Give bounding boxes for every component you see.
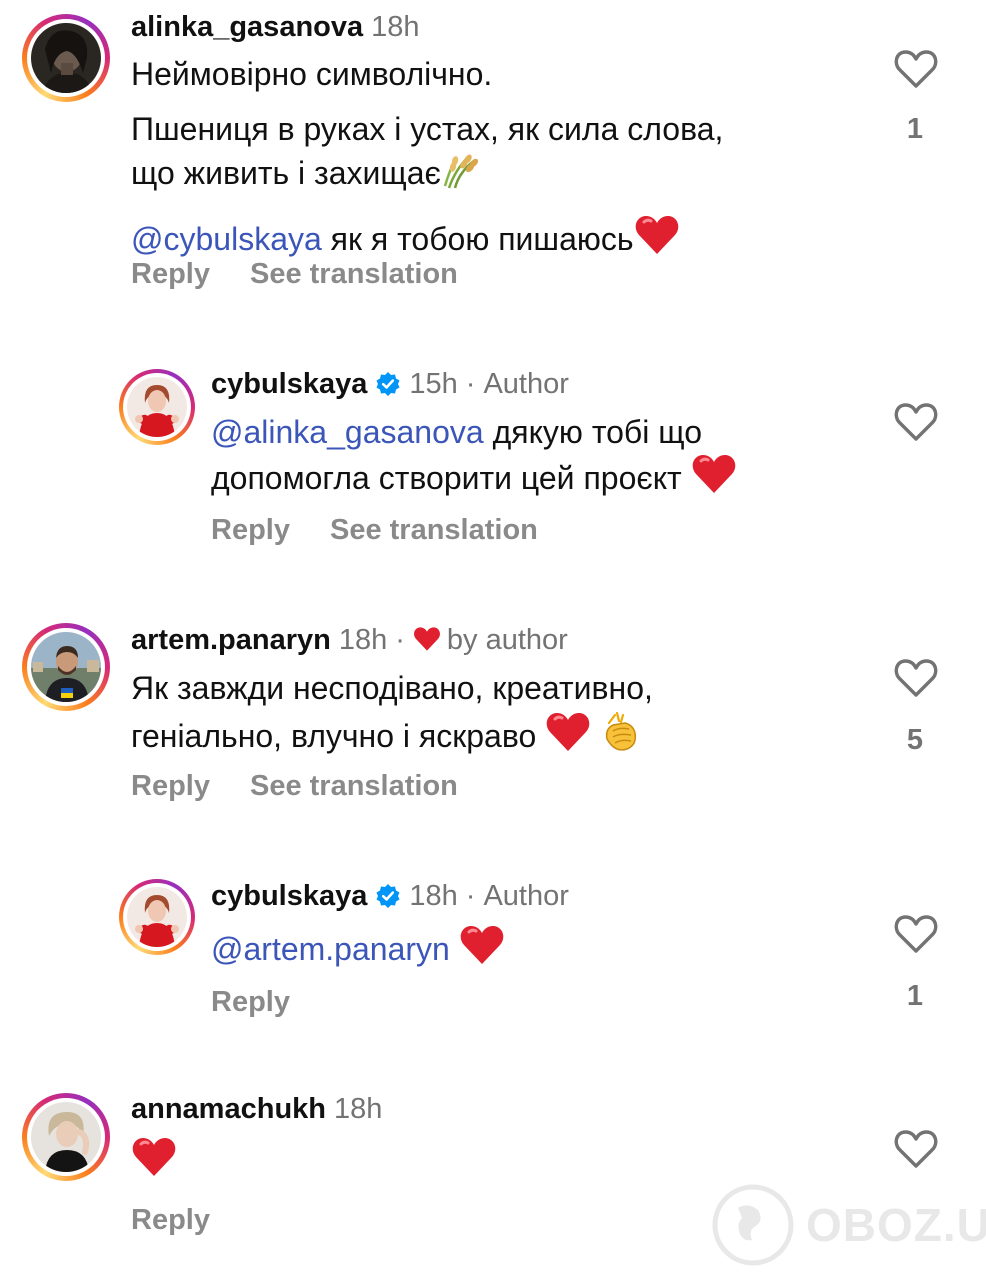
watermark: OBOZ.UA — [708, 1180, 986, 1270]
comment-actions: Reply — [131, 1204, 210, 1237]
reply-button[interactable]: Reply — [131, 1204, 210, 1237]
heart-outline-icon[interactable] — [893, 1128, 939, 1170]
red-heart-emoji — [131, 1136, 177, 1188]
watermark-text: OBOZ.UA — [806, 1199, 986, 1251]
comment-text — [131, 1136, 177, 1188]
comment-header: annamachukh 18h — [131, 1091, 382, 1127]
username[interactable]: annamachukh — [131, 1093, 326, 1125]
globe-logo-icon — [712, 1184, 794, 1266]
timestamp: 18h — [334, 1093, 383, 1125]
comment-annamachukh: annamachukh 18h Reply — [0, 0, 986, 1280]
avatar[interactable] — [22, 1093, 110, 1181]
